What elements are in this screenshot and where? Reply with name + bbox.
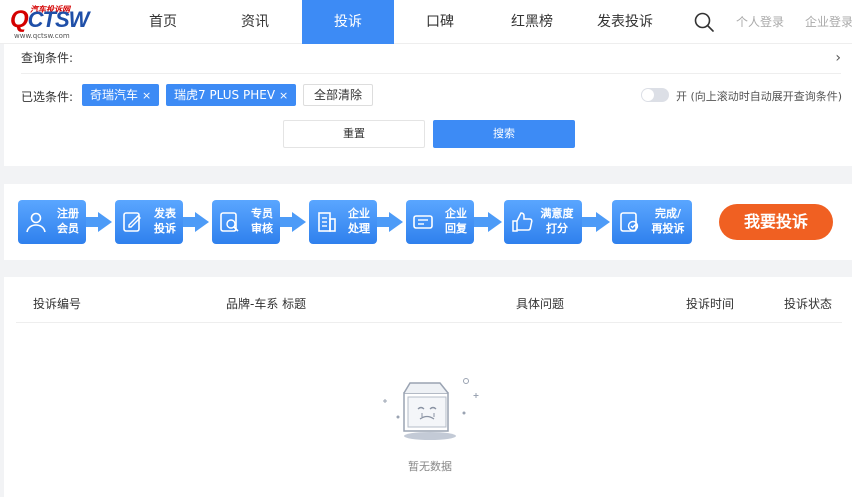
site-logo[interactable]: 汽车投诉网 QCTSW www.qctsw.com: [10, 4, 89, 40]
complaint-process-steps: 注册 会员 发表 投诉 专员 审核 企业 处理 企业 回复 满意度 打分 完成/…: [4, 184, 852, 260]
step-post: 发表 投诉: [115, 200, 183, 244]
top-header: 汽车投诉网 QCTSW www.qctsw.com 首页 资讯 投诉 口碑 红黑…: [0, 0, 852, 44]
search-icon[interactable]: [694, 12, 714, 32]
nav-news[interactable]: 资讯: [212, 0, 298, 44]
nav-ranking[interactable]: 红黑榜: [488, 0, 576, 44]
personal-login-link[interactable]: 个人登录: [736, 0, 784, 44]
query-conditions-label: 查询条件:: [21, 51, 74, 65]
step-company-handle: 企业 处理: [309, 200, 377, 244]
filter-panel: 查询条件: › 已选条件: 奇瑞汽车 × 瑞虎7 PLUS PHEV × 全部清除 …: [4, 44, 852, 166]
nav-home[interactable]: 首页: [120, 0, 206, 44]
reply-icon: [413, 215, 433, 229]
close-icon[interactable]: ×: [142, 89, 151, 102]
clear-all-button[interactable]: 全部清除: [303, 84, 373, 106]
table-header-divider: [16, 322, 842, 323]
step-arrow-head: [292, 212, 306, 232]
nav-complaints[interactable]: 投诉: [302, 0, 394, 44]
column-header-status: 投诉状态: [784, 297, 833, 311]
step-arrow-head: [596, 212, 610, 232]
step-arrow-head: [195, 212, 209, 232]
close-icon[interactable]: ×: [279, 89, 288, 102]
company-login-link[interactable]: 企业登录: [805, 0, 852, 44]
step-review: 专员 审核: [212, 200, 280, 244]
query-conditions-row[interactable]: 查询条件: ›: [21, 44, 841, 74]
nav-post-complaint[interactable]: 发表投诉: [588, 0, 662, 44]
step-arrow-head: [389, 212, 403, 232]
done-icon: [620, 212, 639, 232]
complaints-table: 投诉编号 品牌-车系 标题 具体问题 投诉时间 投诉状态 暂无数据: [4, 277, 852, 497]
review-icon: [220, 212, 239, 232]
reset-button[interactable]: 重置: [283, 120, 425, 148]
logo-wordmark: QCTSW: [10, 6, 89, 33]
column-header-id: 投诉编号: [33, 297, 82, 311]
step-register: 注册 会员: [18, 200, 86, 244]
step-company-reply: 企业 回复: [406, 200, 474, 244]
step-arrow-head: [488, 212, 502, 232]
step-arrow-head: [98, 212, 112, 232]
step-complete: 完成/再投诉: [612, 200, 692, 244]
filter-tag-label: 奇瑞汽车: [90, 88, 139, 102]
building-icon: [318, 212, 336, 232]
edit-icon: [123, 212, 141, 232]
auto-expand-label: 开 (向上滚动时自动展开查询条件): [676, 90, 843, 103]
file-complaint-button[interactable]: 我要投诉: [719, 204, 833, 240]
column-header-brand-title: 品牌-车系 标题: [226, 297, 307, 311]
auto-expand-toggle[interactable]: [641, 88, 669, 102]
filter-tag-series: 瑞虎7 PLUS PHEV ×: [166, 84, 297, 106]
column-header-issue: 具体问题: [516, 297, 565, 311]
filter-tag-label: 瑞虎7 PLUS PHEV: [174, 88, 276, 102]
selected-conditions-label: 已选条件:: [21, 90, 74, 104]
thumbs-up-icon: [512, 212, 533, 232]
empty-state-text: 暂无数据: [408, 460, 452, 473]
logo-url: www.qctsw.com: [14, 32, 70, 40]
nav-reputation[interactable]: 口碑: [397, 0, 483, 44]
empty-box-icon: [383, 378, 479, 440]
chevron-right-icon[interactable]: ›: [835, 44, 841, 72]
user-icon: [26, 212, 46, 233]
filter-tag-brand: 奇瑞汽车 ×: [82, 84, 160, 106]
search-button[interactable]: 搜索: [433, 120, 575, 148]
step-satisfaction: 满意度 打分: [504, 200, 582, 244]
column-header-time: 投诉时间: [686, 297, 735, 311]
